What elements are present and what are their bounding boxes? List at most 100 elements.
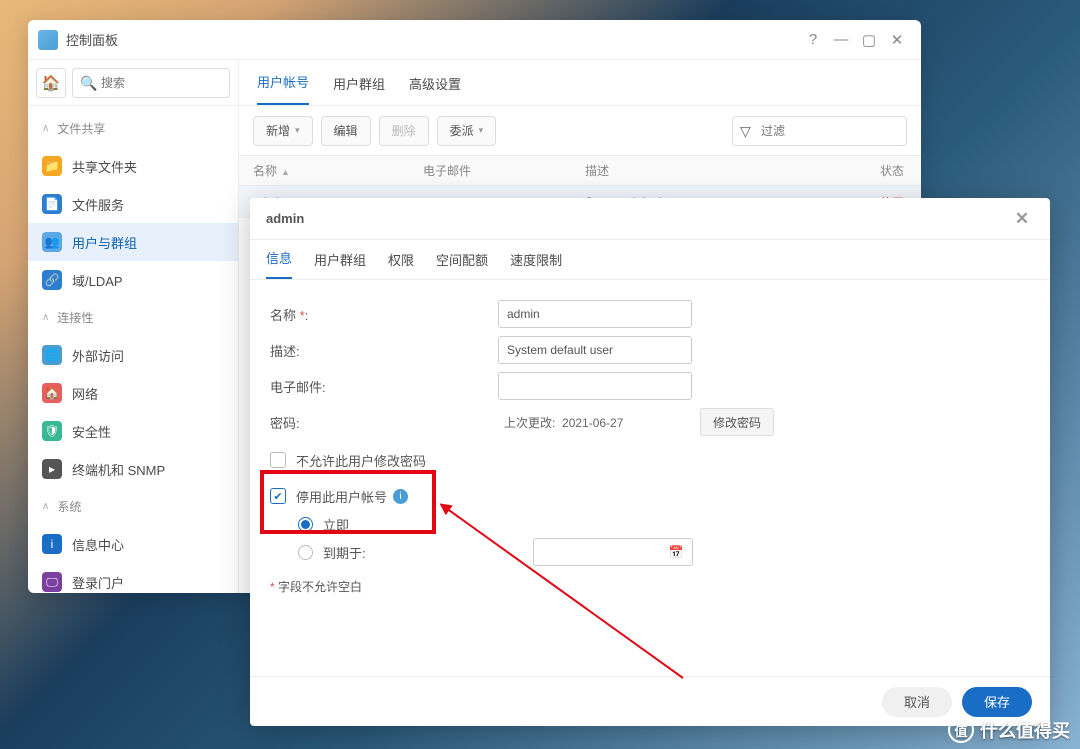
mtab-info[interactable]: 信息 <box>266 238 292 279</box>
cancel-button[interactable]: 取消 <box>882 687 952 717</box>
row-disallow-change-pw[interactable]: 不允许此用户修改密码 <box>270 446 1030 474</box>
chevron-up-icon: ∧ <box>42 312 49 323</box>
checkbox-disable-account[interactable] <box>270 488 286 504</box>
users-icon: 👥 <box>42 232 62 252</box>
toolbar: 新增▾ 编辑 删除 委派▾ ▽ <box>239 106 921 156</box>
filter-wrap: ▽ <box>732 116 907 146</box>
mtab-speed[interactable]: 速度限制 <box>510 240 562 279</box>
label-password: 密码: <box>270 413 498 432</box>
sidebar-item-terminal-snmp[interactable]: ▸终端机和 SNMP <box>28 450 238 488</box>
sidebar-item-file-services[interactable]: 📄文件服务 <box>28 185 238 223</box>
col-header-desc[interactable]: 描述 <box>585 162 880 179</box>
delete-button[interactable]: 删除 <box>379 116 429 146</box>
row-password: 密码: 上次更改: 2021-06-27 修改密码 <box>270 406 1030 438</box>
mtab-quota[interactable]: 空间配额 <box>436 240 488 279</box>
chevron-up-icon: ∧ <box>42 123 49 134</box>
shield-icon: 🛡 <box>42 421 62 441</box>
col-header-email[interactable]: 电子邮件 <box>423 162 585 179</box>
nav-group-connectivity[interactable]: ∧连接性 <box>28 299 238 336</box>
input-expire-date[interactable]: 📅 <box>533 538 693 566</box>
radio-immediately[interactable] <box>298 517 313 532</box>
chevron-down-icon: ▾ <box>479 125 484 136</box>
help-button[interactable]: ? <box>799 26 827 54</box>
close-button[interactable]: ✕ <box>883 26 911 54</box>
search-icon: 🔍 <box>80 75 97 92</box>
tab-advanced[interactable]: 高级设置 <box>409 62 461 105</box>
info-icon: i <box>42 534 62 554</box>
modal-footer: 取消 保存 <box>250 676 1050 726</box>
sidebar-item-network[interactable]: 🏠网络 <box>28 374 238 412</box>
tab-user-group[interactable]: 用户群组 <box>333 62 385 105</box>
new-button[interactable]: 新增▾ <box>253 116 313 146</box>
sidebar-item-login-portal[interactable]: 🖵登录门户 <box>28 563 238 593</box>
delegate-button[interactable]: 委派▾ <box>437 116 497 146</box>
modal-title: admin <box>266 211 304 226</box>
row-email: 电子邮件: <box>270 370 1030 402</box>
required-note: * 字段不允许空白 <box>270 578 1030 595</box>
chevron-down-icon: ▾ <box>295 125 300 136</box>
app-icon <box>38 30 58 50</box>
row-expire-on[interactable]: 到期于: 📅 <box>298 538 1030 566</box>
input-name[interactable] <box>498 300 692 328</box>
terminal-icon: ▸ <box>42 459 62 479</box>
watermark: 值 什么值得买 <box>948 717 1070 743</box>
login-portal-icon: 🖵 <box>42 572 62 592</box>
save-button[interactable]: 保存 <box>962 687 1032 717</box>
sidebar-item-external-access[interactable]: 🌐外部访问 <box>28 336 238 374</box>
checkbox-disallow-change-pw[interactable] <box>270 452 286 468</box>
mtab-user-group[interactable]: 用户群组 <box>314 240 366 279</box>
change-password-button[interactable]: 修改密码 <box>700 408 774 436</box>
sort-asc-icon: ▲ <box>281 167 290 177</box>
edit-button[interactable]: 编辑 <box>321 116 371 146</box>
sidebar-item-domain-ldap[interactable]: 🔗域/LDAP <box>28 261 238 299</box>
last-changed: 上次更改: 2021-06-27 <box>504 414 692 431</box>
label-email: 电子邮件: <box>270 377 498 396</box>
search-wrap: 🔍 <box>72 68 230 98</box>
nav: ∧文件共享 📁共享文件夹 📄文件服务 👥用户与群组 🔗域/LDAP ∧连接性 🌐… <box>28 106 238 593</box>
sidebar-top: 🏠 🔍 <box>28 60 238 106</box>
sidebar-item-shared-folders[interactable]: 📁共享文件夹 <box>28 147 238 185</box>
sidebar: 🏠 🔍 ∧文件共享 📁共享文件夹 📄文件服务 👥用户与群组 🔗域/LDAP ∧连… <box>28 60 239 593</box>
chevron-up-icon: ∧ <box>42 501 49 512</box>
funnel-icon: ▽ <box>740 123 751 140</box>
row-immediately[interactable]: 立即 <box>298 510 1030 538</box>
content-tabs: 用户帐号 用户群组 高级设置 <box>239 60 921 106</box>
home-button[interactable]: 🏠 <box>36 68 66 98</box>
tab-user-account[interactable]: 用户帐号 <box>257 60 309 105</box>
nav-group-system[interactable]: ∧系统 <box>28 488 238 525</box>
col-header-status[interactable]: 状态 <box>880 162 907 179</box>
calendar-icon: 📅 <box>669 545 684 559</box>
table-header: 名称▲ 电子邮件 描述 状态 <box>239 156 921 186</box>
row-disable-account[interactable]: 停用此用户帐号 i <box>270 482 1030 510</box>
minimize-button[interactable]: — <box>827 26 855 54</box>
window-title: 控制面板 <box>66 30 799 49</box>
modal-tabs: 信息 用户群组 权限 空间配额 速度限制 <box>250 240 1050 280</box>
sidebar-item-info-center[interactable]: i信息中心 <box>28 525 238 563</box>
maximize-button[interactable]: ▢ <box>855 26 883 54</box>
sidebar-item-security[interactable]: 🛡安全性 <box>28 412 238 450</box>
row-name: 名称 *: <box>270 298 1030 330</box>
modal-header: admin ✕ <box>250 198 1050 240</box>
network-icon: 🏠 <box>42 383 62 403</box>
edit-user-modal: admin ✕ 信息 用户群组 权限 空间配额 速度限制 名称 *: 描述: 电… <box>250 198 1050 726</box>
col-header-name[interactable]: 名称▲ <box>253 162 423 179</box>
input-desc[interactable] <box>498 336 692 364</box>
watermark-icon: 值 <box>948 717 974 743</box>
external-access-icon: 🌐 <box>42 345 62 365</box>
label-name: 名称 *: <box>270 305 498 324</box>
file-services-icon: 📄 <box>42 194 62 214</box>
modal-body: 名称 *: 描述: 电子邮件: 密码: 上次更改: 2021-06-27 修改密… <box>250 280 1050 676</box>
domain-icon: 🔗 <box>42 270 62 290</box>
info-icon[interactable]: i <box>393 489 408 504</box>
modal-close-button[interactable]: ✕ <box>1010 207 1034 231</box>
radio-expire-on[interactable] <box>298 545 313 560</box>
label-desc: 描述: <box>270 341 498 360</box>
folder-icon: 📁 <box>42 156 62 176</box>
filter-input[interactable] <box>732 116 907 146</box>
row-desc: 描述: <box>270 334 1030 366</box>
titlebar: 控制面板 ? — ▢ ✕ <box>28 20 921 60</box>
input-email[interactable] <box>498 372 692 400</box>
sidebar-item-users-groups[interactable]: 👥用户与群组 <box>28 223 238 261</box>
nav-group-file-sharing[interactable]: ∧文件共享 <box>28 110 238 147</box>
mtab-perm[interactable]: 权限 <box>388 240 414 279</box>
